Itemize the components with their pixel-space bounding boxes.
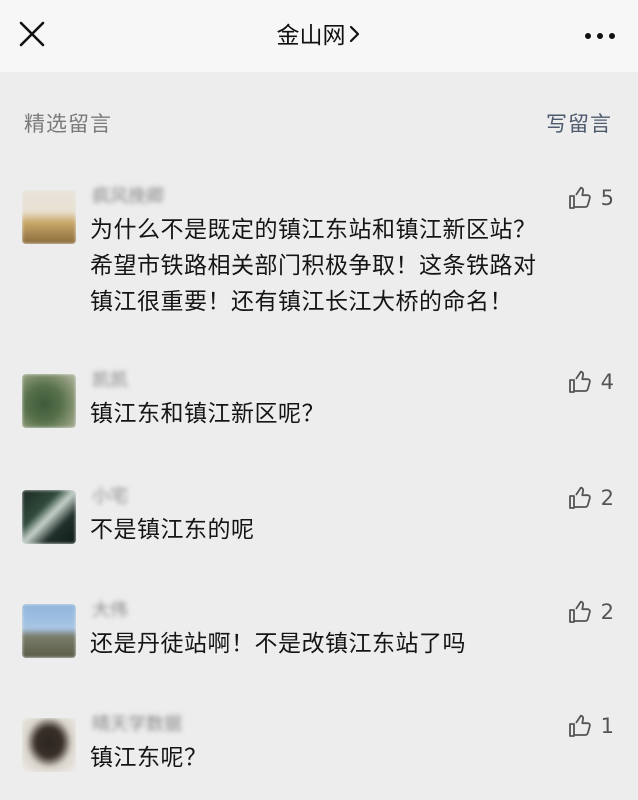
comment-nickname: 晴天学数据	[92, 714, 182, 735]
thumbs-up-icon	[568, 486, 591, 509]
comment-nickname: 凯凯	[92, 370, 128, 391]
thumbs-up-icon	[568, 186, 591, 209]
like-button[interactable]: 4	[567, 366, 614, 398]
account-title-link[interactable]: 金山网	[0, 20, 638, 53]
avatar[interactable]	[22, 490, 76, 544]
thumbs-up-icon	[568, 370, 591, 393]
comment-content: 镇江东和镇江新区呢？	[90, 401, 325, 427]
thumbs-up-icon	[568, 714, 591, 737]
like-button[interactable]: 5	[567, 182, 614, 214]
avatar[interactable]	[22, 374, 76, 428]
comment-nickname: 疯风挽卿	[92, 186, 164, 207]
avatar[interactable]	[22, 604, 76, 658]
comment-content: 镇江东呢？	[90, 745, 208, 771]
top-bar: 金山网	[0, 0, 638, 72]
chevron-right-icon	[348, 21, 362, 53]
avatar[interactable]	[22, 190, 76, 244]
comment-nickname: 小宅	[92, 486, 128, 507]
like-count: 4	[600, 370, 614, 394]
thumbs-up-icon	[568, 600, 591, 623]
like-count: 2	[600, 486, 614, 510]
comment-nickname: 大伟	[92, 600, 128, 621]
like-button[interactable]: 2	[567, 596, 614, 628]
featured-comments-header: 精选留言 写留言	[0, 100, 638, 148]
avatar[interactable]	[22, 718, 76, 772]
like-count: 5	[600, 186, 614, 210]
more-horizontal-icon[interactable]	[580, 22, 620, 50]
comment-content: 还是丹徒站啊！不是改镇江东站了吗	[90, 631, 466, 657]
like-count: 1	[600, 714, 614, 738]
like-button[interactable]: 2	[567, 482, 614, 514]
section-title: 精选留言	[24, 112, 112, 136]
page-title: 金山网	[276, 23, 346, 49]
comment-content: 为什么不是既定的镇江东站和镇江新区站？ 希望市铁路相关部门积极争取！这条铁路对 …	[90, 217, 537, 315]
like-count: 2	[600, 600, 614, 624]
comment-content: 不是镇江东的呢	[90, 517, 255, 543]
like-button[interactable]: 1	[567, 710, 614, 742]
write-comment-button[interactable]: 写留言	[546, 108, 612, 138]
